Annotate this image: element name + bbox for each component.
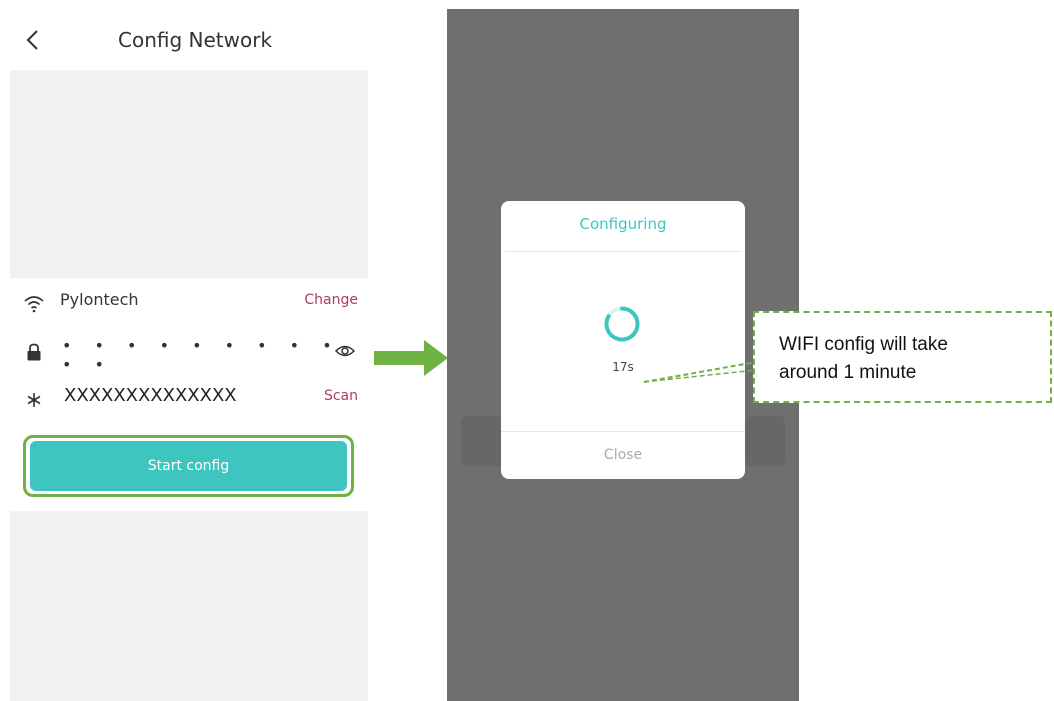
background-button-ghost (745, 416, 785, 466)
back-button[interactable] (22, 24, 46, 56)
wifi-row: Pylontech Change (22, 287, 362, 317)
app-header: Config Network (0, 0, 370, 70)
scan-link[interactable]: Scan (324, 388, 358, 404)
password-field[interactable]: • • • • • • • • • • • (62, 336, 362, 374)
asterisk-icon (27, 393, 41, 407)
serial-row[interactable]: XXXXXXXXXXXXXX Scan (22, 383, 362, 413)
callout-text: WIFI config will take around 1 minute (779, 331, 948, 387)
background-button-ghost (461, 416, 503, 466)
dialog-title: Configuring (579, 215, 667, 233)
blank-area-top (10, 70, 368, 278)
spinner-icon (604, 306, 640, 342)
lock-icon (27, 343, 41, 361)
password-row[interactable]: • • • • • • • • • • • (22, 336, 362, 374)
divider (505, 251, 741, 252)
serial-number-field[interactable]: XXXXXXXXXXXXXX (64, 385, 237, 406)
change-wifi-link[interactable]: Change (304, 292, 358, 308)
configuring-dialog: Configuring 17s Close (501, 201, 745, 479)
callout-line-2: around 1 minute (779, 362, 917, 383)
chevron-left-icon (26, 30, 38, 50)
blank-area-bottom (10, 511, 368, 701)
eye-icon[interactable] (334, 342, 356, 360)
config-network-screen: Config Network Pylontech Change • • • • … (0, 0, 370, 701)
wifi-icon (24, 296, 44, 313)
start-config-button[interactable]: Start config (30, 441, 347, 491)
wifi-ssid: Pylontech (60, 290, 139, 309)
callout-line-1: WIFI config will take (779, 334, 948, 355)
page-title: Config Network (118, 28, 273, 52)
callout-leader-line (643, 361, 757, 383)
close-button[interactable]: Close (501, 432, 745, 479)
right-arrow-icon (374, 340, 448, 376)
annotation-callout: WIFI config will take around 1 minute (753, 311, 1052, 403)
